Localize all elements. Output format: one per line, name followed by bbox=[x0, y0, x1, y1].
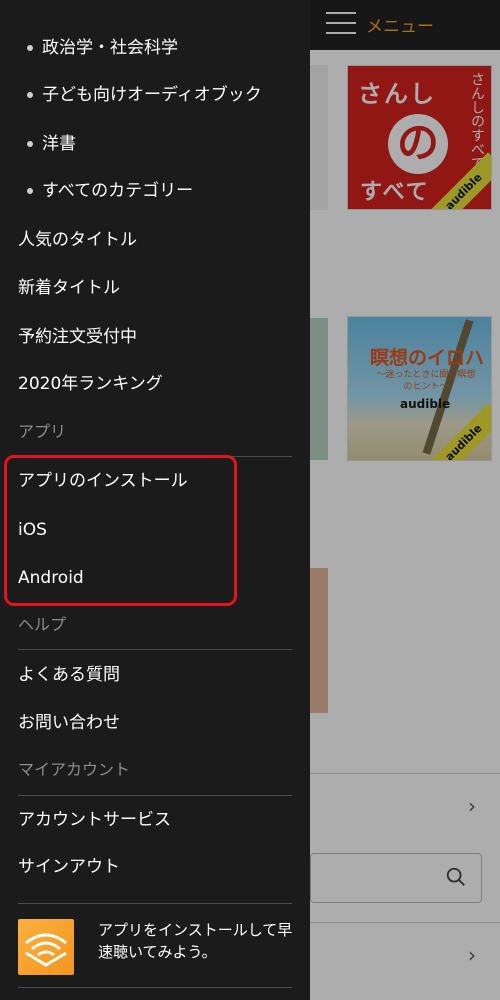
section-header-apps: アプリ bbox=[18, 422, 67, 441]
bullet-icon bbox=[27, 45, 33, 51]
bullet-icon bbox=[27, 141, 33, 147]
category-item[interactable]: すべてのカテゴリー bbox=[0, 167, 310, 215]
divider bbox=[18, 649, 292, 650]
category-item-label: 子ども向けオーディオブック bbox=[42, 85, 262, 105]
app-promo-banner[interactable]: アプリをインストールして早速聴いてみよう。 bbox=[0, 907, 310, 987]
divider bbox=[18, 903, 292, 904]
menu-item-ranking-2020[interactable]: 2020年ランキング bbox=[0, 360, 310, 408]
category-item[interactable]: 政治学・社会科学 bbox=[0, 24, 310, 72]
app-links-highlight-box bbox=[4, 455, 237, 606]
audible-app-icon[interactable] bbox=[18, 919, 74, 975]
menu-item-sign-out[interactable]: サインアウト bbox=[0, 843, 310, 891]
section-header-help: ヘルプ bbox=[18, 615, 67, 634]
menu-item-faq[interactable]: よくある質問 bbox=[0, 651, 310, 699]
category-item-label: 洋書 bbox=[42, 134, 76, 154]
menu-item-popular[interactable]: 人気のタイトル bbox=[0, 216, 310, 264]
category-item[interactable]: 子ども向けオーディオブック bbox=[0, 71, 310, 119]
promo-text: アプリをインストールして早速聴いてみよう。 bbox=[98, 921, 293, 961]
section-header-account: マイアカウント bbox=[18, 760, 131, 779]
category-item-label: すべてのカテゴリー bbox=[42, 181, 194, 201]
menu-item-contact[interactable]: お問い合わせ bbox=[0, 699, 310, 747]
menu-item-preorder[interactable]: 予約注文受付中 bbox=[0, 313, 310, 361]
category-item-label: 政治学・社会科学 bbox=[42, 38, 178, 58]
divider bbox=[18, 987, 292, 988]
bullet-icon bbox=[27, 92, 33, 98]
navigation-drawer: 政治学・社会科学 子ども向けオーディオブック 洋書 すべてのカテゴリー 人気のタ… bbox=[0, 0, 310, 1000]
menu-item-new[interactable]: 新着タイトル bbox=[0, 264, 310, 312]
menu-item-account-service[interactable]: アカウントサービス bbox=[0, 796, 310, 844]
audible-logo-icon bbox=[25, 933, 67, 967]
category-item[interactable]: 洋書 bbox=[0, 120, 310, 168]
bullet-icon bbox=[27, 188, 33, 194]
